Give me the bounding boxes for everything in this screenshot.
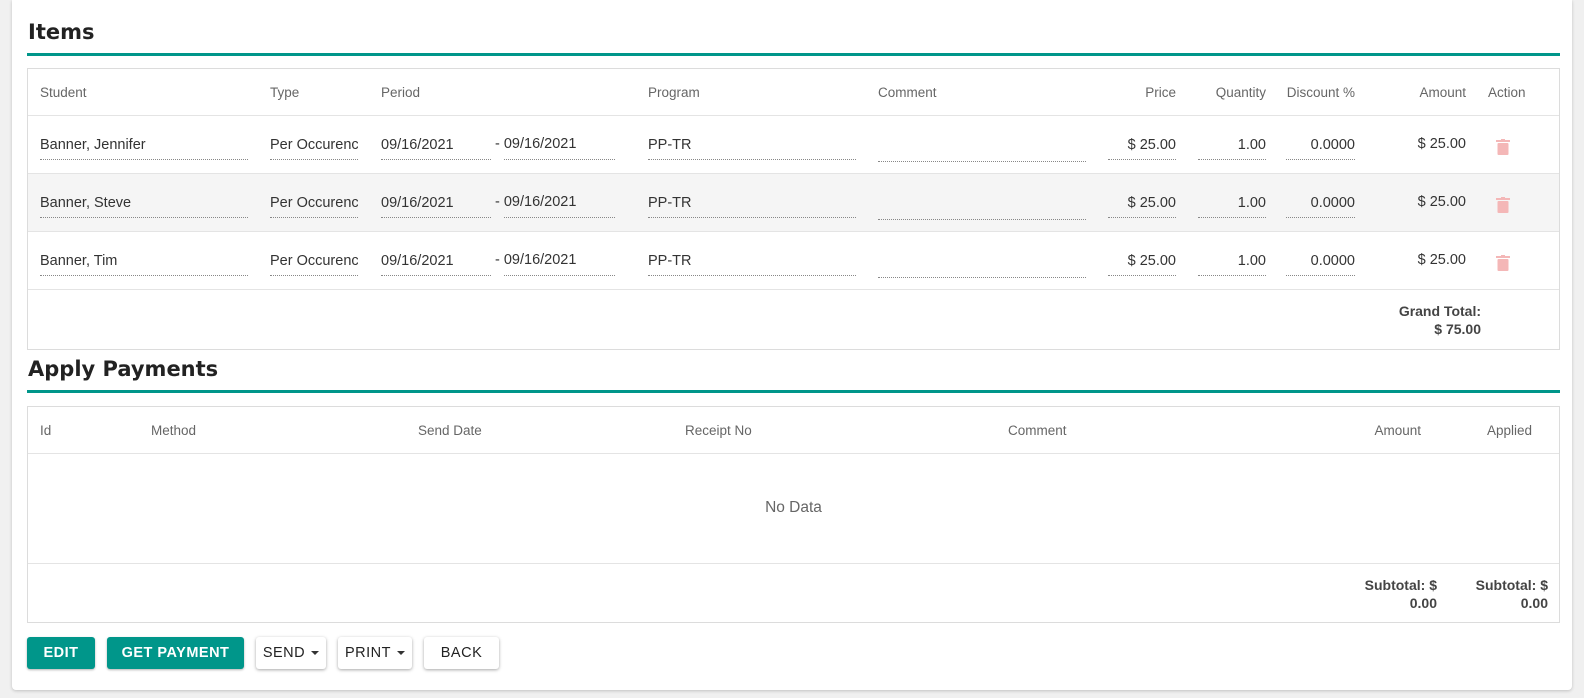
send-button[interactable]: SEND [256,637,326,669]
type-field[interactable]: Per Occurence [270,194,358,218]
comment-field[interactable] [878,136,1086,162]
header-student: Student [40,85,87,100]
period-start-field[interactable]: 09/16/2021 [381,136,491,160]
payments-title-underline [27,390,1560,393]
edit-button-label: EDIT [43,645,79,661]
print-button-label: PRINT [345,645,391,661]
price-field[interactable]: $ 25.00 [1108,194,1176,218]
trash-icon[interactable] [1496,197,1510,213]
subtotal-amount: Subtotal: $ 0.00 [1365,576,1437,612]
items-section-title: Items [28,20,95,44]
student-field[interactable]: Banner, Jennifer [40,136,248,160]
header-action: Action [1488,85,1526,100]
subtotal-row: Subtotal: $ 0.00 Subtotal: $ 0.00 [28,563,1559,623]
subtotal-amount-value: 0.00 [1409,595,1437,611]
price-field[interactable]: $ 25.00 [1108,252,1176,276]
get-payment-button[interactable]: GET PAYMENT [107,637,244,669]
period-end-underline [504,194,615,218]
quantity-field[interactable]: 1.00 [1198,252,1266,276]
price-field[interactable]: $ 25.00 [1108,136,1176,160]
header-quantity: Quantity [1215,85,1266,100]
subtotal-applied: Subtotal: $ 0.00 [1476,576,1548,612]
amount-value: $ 25.00 [1417,194,1466,210]
header-receipt-no: Receipt No [685,423,752,438]
table-row: Banner, Jennifer Per Occurence 09/16/202… [28,115,1559,173]
print-button[interactable]: PRINT [338,637,412,669]
no-data-text: No Data [765,499,822,516]
discount-field[interactable]: 0.0000 [1286,194,1355,218]
program-field[interactable]: PP-TR [648,252,856,276]
discount-field[interactable]: 0.0000 [1286,136,1355,160]
items-table: Student Type Period Program Comment Pric… [27,68,1560,350]
comment-field[interactable] [878,194,1086,220]
header-amount: Amount [1419,85,1466,100]
header-method: Method [151,423,197,438]
quantity-field[interactable]: 1.00 [1198,194,1266,218]
back-button[interactable]: BACK [424,637,499,669]
back-button-label: BACK [440,645,483,661]
subtotal-applied-label: Subtotal: $ [1475,577,1548,593]
amount-value: $ 25.00 [1417,252,1466,268]
student-field[interactable]: Banner, Tim [40,252,248,276]
send-button-label: SEND [262,645,306,661]
header-type: Type [270,85,300,100]
payments-table: Id Method Send Date Receipt No Comment A… [27,406,1560,623]
header-applied: Applied [1486,423,1532,438]
items-title-underline [27,53,1560,56]
trash-icon[interactable] [1496,139,1510,155]
grand-total: Grand Total: $ 75.00 [1399,302,1481,338]
payments-section-title: Apply Payments [28,357,219,381]
comment-field[interactable] [878,252,1086,278]
period-start-field[interactable]: 09/16/2021 [381,194,491,218]
grand-total-label: Grand Total: [1398,303,1481,319]
table-row: Banner, Tim Per Occurence 09/16/2021 - 0… [28,231,1559,289]
type-field[interactable]: Per Occurence [270,136,358,160]
program-field[interactable]: PP-TR [648,136,856,160]
subtotal-amount-label: Subtotal: $ [1364,577,1437,593]
period-end-underline [504,136,615,160]
header-comment: Comment [878,85,937,100]
quantity-field[interactable]: 1.00 [1198,136,1266,160]
grand-total-row: Grand Total: $ 75.00 [28,289,1559,349]
header-period: Period [381,85,421,100]
program-field[interactable]: PP-TR [648,194,856,218]
subtotal-applied-value: 0.00 [1520,595,1548,611]
caret-down-icon [311,651,320,655]
period-start-field[interactable]: 09/16/2021 [381,252,491,276]
header-comment: Comment [1008,423,1067,438]
student-field[interactable]: Banner, Steve [40,194,248,218]
get-payment-button-label: GET PAYMENT [121,645,230,661]
header-program: Program [648,85,700,100]
amount-value: $ 25.00 [1417,136,1466,152]
caret-down-icon [397,651,405,655]
header-id: Id [40,423,52,438]
grand-total-value: $ 75.00 [1434,321,1481,337]
table-row: Banner, Steve Per Occurence 09/16/2021 -… [28,173,1559,231]
type-field[interactable]: Per Occurence [270,252,358,276]
header-discount: Discount % [1286,85,1355,100]
empty-state-row: No Data [28,453,1559,563]
header-amount: Amount [1374,423,1421,438]
period-end-underline [504,252,615,276]
header-price: Price [1145,85,1176,100]
header-send-date: Send Date [418,423,482,438]
discount-field[interactable]: 0.0000 [1286,252,1355,276]
trash-icon[interactable] [1496,255,1510,271]
edit-button[interactable]: EDIT [27,637,95,669]
